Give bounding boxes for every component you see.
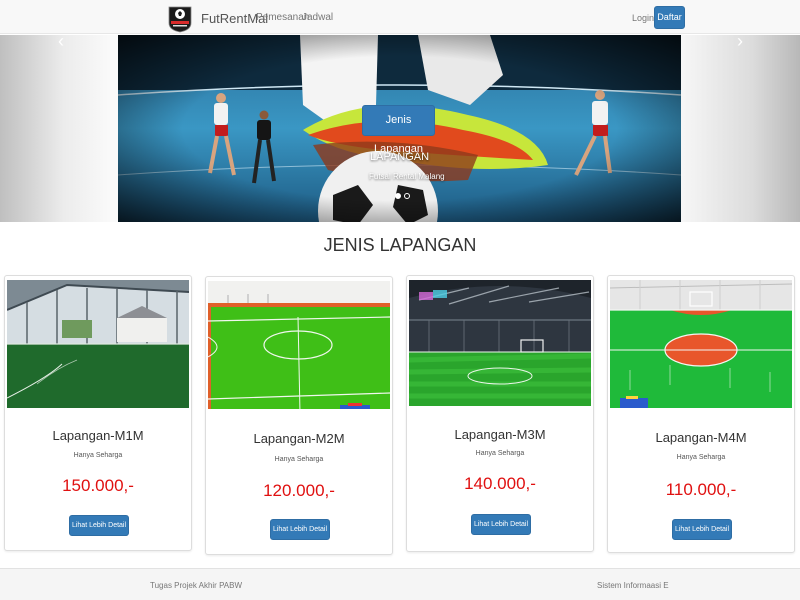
jenis-lapangan-button[interactable]: Jenis Lapangan: [362, 105, 435, 155]
carousel-prev-icon[interactable]: ‹: [58, 35, 64, 52]
field-photo: [409, 280, 591, 408]
detail-button[interactable]: Lihat Lebih Detail: [672, 519, 732, 540]
field-price: 150.000,-: [62, 476, 134, 495]
field-price-label: Hanya Seharga: [676, 454, 726, 461]
carousel-caption-title: LAPANGAN: [370, 151, 430, 163]
carousel-side-shade: [680, 35, 800, 222]
nav-link-jadwal[interactable]: Jadwal: [302, 12, 333, 23]
navbar: FutRentMal Pemesanan Jadwal Login Daftar: [0, 0, 800, 34]
field-photo: [208, 281, 390, 409]
field-card: Lapangan-M2M Hanya Seharga 120.000,- Lih…: [205, 276, 393, 555]
detail-button[interactable]: Lihat Lebih Detail: [471, 514, 531, 535]
field-card: Lapangan-M4M Hanya Seharga 110.000,- Lih…: [607, 275, 795, 553]
register-button[interactable]: Daftar: [654, 6, 685, 29]
footer-left-text: Tugas Projek Akhir PABW: [150, 581, 243, 590]
hero-carousel: ‹ › Jenis Lapangan LAPANGAN Futsal Renta…: [0, 35, 800, 222]
field-price: 120.000,-: [263, 481, 335, 500]
field-photo: [610, 280, 792, 408]
login-link[interactable]: Login: [632, 13, 654, 23]
field-name: Lapangan-M1M: [52, 428, 144, 443]
carousel-indicator-1[interactable]: [395, 193, 401, 199]
footer: Tugas Projek Akhir PABW Sistem Informaas…: [0, 568, 800, 600]
detail-button[interactable]: Lihat Lebih Detail: [69, 515, 129, 536]
field-name: Lapangan-M3M: [454, 427, 546, 442]
field-price: 110.000,-: [665, 480, 737, 499]
field-price-label: Hanya Seharga: [73, 452, 123, 459]
futsal-logo-icon[interactable]: [166, 5, 194, 33]
field-name: Lapangan-M4M: [655, 430, 747, 445]
carousel-caption-subtitle: Futsal Rental Malang: [369, 172, 445, 181]
field-card: Lapangan-M1M Hanya Seharga 150.000,- Lih…: [4, 275, 192, 551]
field-price: 140.000,-: [464, 474, 536, 493]
footer-right-text: Sistem Informaasi E: [597, 581, 669, 590]
field-name: Lapangan-M2M: [253, 431, 345, 446]
carousel-indicator-2[interactable]: [404, 193, 410, 199]
field-price-label: Hanya Seharga: [274, 456, 324, 463]
field-photo: [7, 280, 189, 408]
field-price-label: Hanya Seharga: [475, 450, 525, 457]
detail-button[interactable]: Lihat Lebih Detail: [270, 519, 330, 540]
carousel-next-icon[interactable]: ›: [737, 35, 743, 52]
field-card: Lapangan-M3M Hanya Seharga 140.000,- Lih…: [406, 275, 594, 552]
section-title: JENIS LAPANGAN: [323, 235, 477, 255]
